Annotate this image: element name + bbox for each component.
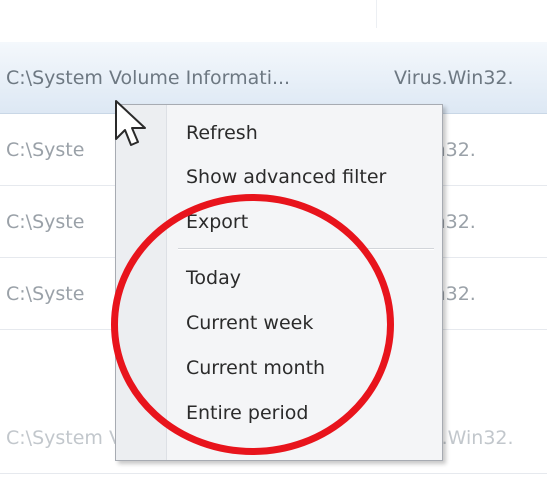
menu-item-current-month[interactable]: Current month — [167, 348, 437, 388]
menu-item-current-week[interactable]: Current week — [167, 303, 437, 343]
menu-item-entire-period[interactable]: Entire period — [167, 393, 437, 433]
menu-item-today[interactable]: Today — [167, 258, 437, 298]
context-menu: Refresh Show advanced filter Export Toda… — [115, 104, 443, 461]
column-divider — [376, 0, 377, 28]
menu-item-export[interactable]: Export — [167, 202, 437, 242]
menu-item-show-advanced-filter[interactable]: Show advanced filter — [167, 157, 437, 197]
menu-icon-gutter — [116, 105, 167, 460]
menu-separator — [178, 248, 434, 250]
menu-item-refresh[interactable]: Refresh — [167, 113, 437, 153]
